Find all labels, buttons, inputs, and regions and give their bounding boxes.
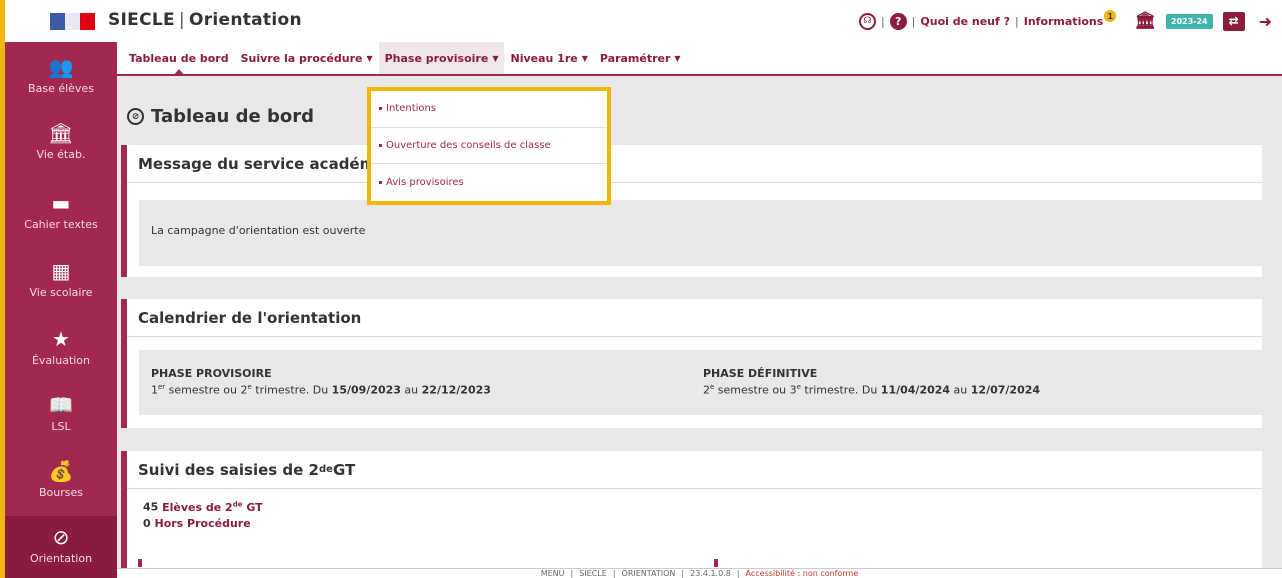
institution-icon[interactable]: 🏛 [1134, 11, 1156, 31]
page-title: ⊘ Tableau de bord [127, 106, 314, 127]
top-menu-bar: Tableau de bord Suivre la procédure ▼ Pha… [117, 42, 1282, 76]
institution-icon: 🏛 [48, 121, 74, 145]
sidebar-item-bourses[interactable]: 💰 Bourses [5, 460, 117, 500]
informations-link[interactable]: Informations [1024, 15, 1104, 28]
notebook-icon: ▬ [51, 191, 71, 215]
message-text: La campagne d'orientation est ouverte [151, 224, 366, 237]
footer-siecle: SIECLE [579, 569, 607, 578]
menu-suivre-procedure[interactable]: Suivre la procédure ▼ [235, 42, 379, 74]
phase-provisoire-block: PHASE PROVISOIRE 1er semestre ou 2e trim… [151, 367, 491, 397]
sidebar: 👥 Base élèves 🏛 Vie étab. ▬ Cahier texte… [5, 42, 117, 578]
caret-down-icon: ▼ [366, 53, 373, 63]
message-panel: Message du service académ La campagne d'… [121, 145, 1263, 277]
progress-marker [138, 559, 142, 567]
sidebar-item-vie-scolaire[interactable]: ▦ Vie scolaire [5, 260, 117, 300]
notification-badge: 1 [1104, 10, 1117, 22]
year-badge[interactable]: 2023-24 [1165, 13, 1213, 29]
dropdown-item-avis-provisoires[interactable]: Avis provisoires [371, 164, 607, 201]
calendar-panel: Calendrier de l'orientation PHASE PROVIS… [121, 299, 1263, 428]
hors-procedure-link[interactable]: 0 Hors Procédure [143, 517, 251, 530]
phase-provisoire-dropdown: Intentions Ouverture des conseils de cla… [367, 87, 611, 205]
sidebar-item-lsl[interactable]: 📖 LSL [5, 394, 117, 434]
phase-definitive-dates: 2e semestre ou 3e trimestre. Du 11/04/20… [703, 383, 1041, 397]
sidebar-item-cahier-textes[interactable]: ▬ Cahier textes [5, 192, 117, 232]
message-panel-title: Message du service académ [127, 145, 1262, 183]
footer-orientation: ORIENTATION [621, 569, 676, 578]
footer-menu-link[interactable]: MENU [541, 569, 565, 578]
app-title: SIECLE | Orientation [108, 10, 302, 30]
eleves-count-link[interactable]: 45 Elèves de 2de GT [143, 500, 263, 514]
star-icon: ★ [52, 327, 70, 351]
caret-down-icon: ▼ [492, 53, 499, 63]
sidebar-item-vie-etab[interactable]: 🏛 Vie étab. [5, 122, 117, 162]
progress-marker [714, 559, 718, 567]
footer: MENU | SIECLE | ORIENTATION | 23.4.1.0.8 | A… [117, 568, 1282, 578]
header-actions: ☊ | ? | Quoi de neuf ? | Informations 1 … [858, 0, 1282, 42]
dropdown-item-ouverture-conseils[interactable]: Ouverture des conseils de classe [371, 128, 607, 165]
suivi-panel-title: Suivi des saisies de 2 de GT [127, 451, 1262, 489]
compass-icon: ⊘ [52, 525, 70, 549]
calendar-icon: ▦ [51, 259, 71, 283]
compass-icon: ⊘ [127, 108, 144, 125]
caret-down-icon: ▼ [674, 53, 681, 63]
calendar-panel-title: Calendrier de l'orientation [127, 299, 1262, 337]
main-content: Tableau de bord Suivre la procédure ▼ Pha… [117, 42, 1282, 578]
help-icon[interactable]: ? [889, 12, 907, 30]
calendar-box: PHASE PROVISOIRE 1er semestre ou 2e trim… [139, 350, 1263, 415]
suivi-panel: Suivi des saisies de 2 de GT 45 Elèves de… [121, 451, 1262, 578]
menu-parametrer[interactable]: Paramétrer ▼ [594, 42, 687, 74]
dropdown-item-intentions[interactable]: Intentions [371, 91, 607, 128]
menu-phase-provisoire[interactable]: Phase provisoire ▼ [378, 42, 505, 74]
logout-icon[interactable]: ➜ [1259, 12, 1272, 31]
app-name: SIECLE [108, 10, 175, 30]
menu-tableau-de-bord[interactable]: Tableau de bord [123, 42, 235, 76]
top-header: SIECLE | Orientation ☊ | ? | Quoi de neuf … [5, 0, 1282, 42]
book-icon: 📖 [48, 393, 74, 417]
message-box: La campagne d'orientation est ouverte [139, 200, 1263, 266]
phase-definitive-block: PHASE DÉFINITIVE 2e semestre ou 3e trime… [703, 367, 1041, 397]
menu-niveau-1re[interactable]: Niveau 1re ▼ [504, 42, 593, 74]
headset-icon[interactable]: ☊ [858, 12, 876, 30]
footer-accessibility-link[interactable]: Accessibilité : non conforme [746, 569, 859, 578]
republic-logo [50, 13, 95, 30]
sidebar-item-orientation[interactable]: ⊘ Orientation [5, 516, 117, 578]
phase-provisoire-dates: 1er semestre ou 2e trimestre. Du 15/09/2… [151, 383, 491, 397]
quoi-de-neuf-link[interactable]: Quoi de neuf ? [920, 15, 1010, 28]
sidebar-item-base-eleves[interactable]: 👥 Base élèves [5, 56, 117, 96]
caret-down-icon: ▼ [581, 53, 588, 63]
swap-icon[interactable]: ⇄ [1222, 11, 1245, 31]
footer-version: 23.4.1.0.8 [690, 569, 731, 578]
money-bag-icon: 💰 [48, 459, 74, 483]
students-icon: 👥 [48, 55, 74, 79]
sidebar-item-evaluation[interactable]: ★ Évaluation [5, 328, 117, 368]
module-name: Orientation [188, 10, 302, 30]
